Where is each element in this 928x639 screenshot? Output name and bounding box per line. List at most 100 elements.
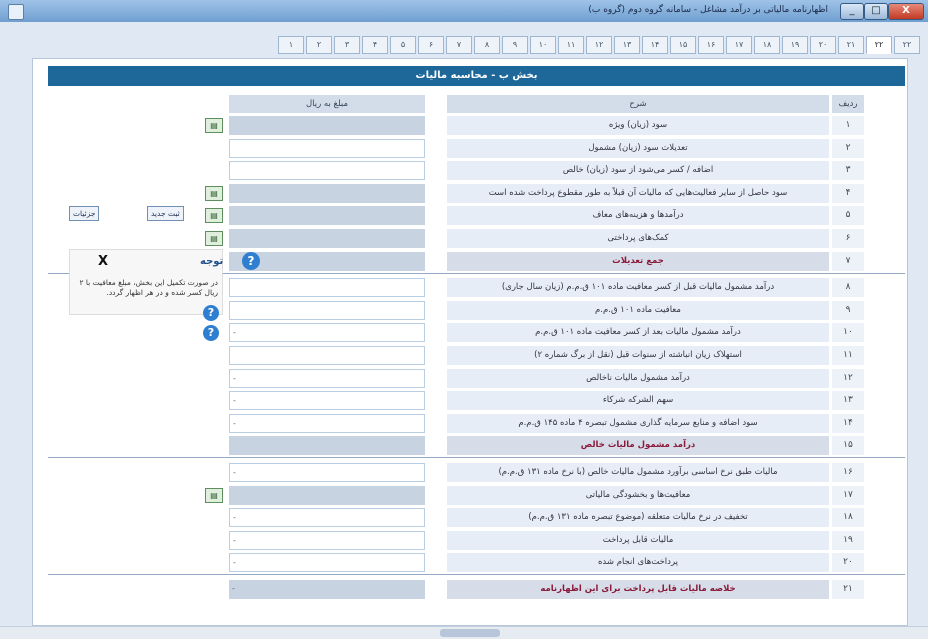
amount-input[interactable]: [229, 278, 425, 298]
tab-page[interactable]: ۸: [474, 36, 500, 54]
dash-mark: -: [233, 328, 236, 338]
row-number: ۱۴: [832, 413, 864, 433]
row-description: استهلاک زیان انباشته از سنوات قبل (نقل ا…: [447, 346, 829, 365]
form-panel: بخش ب - محاسبه مالیات ردیف شرح مبلغ به ر…: [32, 58, 908, 626]
note-close-icon[interactable]: X: [98, 254, 108, 269]
app-icon: [8, 4, 24, 20]
amount-readonly: [229, 485, 425, 505]
amount-input[interactable]: [229, 346, 425, 365]
add-entry-button[interactable]: ثبت جدید: [147, 206, 184, 221]
table-row: ۲۱ خلاصه مالیات قابل پرداخت برای این اظها…: [33, 579, 907, 600]
tab-page[interactable]: ۱۸: [754, 36, 780, 54]
tab-page[interactable]: ۱۳: [614, 36, 640, 54]
amount-readonly: -: [229, 580, 425, 599]
tab-page[interactable]: ۱۴: [642, 36, 668, 54]
table-row: ۱۱ استهلاک زیان انباشته از سنوات قبل (نقل…: [33, 345, 907, 366]
table-row: ۱۹ مالیات قابل پرداخت -: [33, 530, 907, 551]
row-number: ۱۹: [832, 530, 864, 550]
amount-input[interactable]: -: [229, 553, 425, 573]
table-row: ۱۵ درآمد مشمول مالیات خالص: [33, 435, 907, 456]
column-header-description: شرح: [447, 95, 829, 113]
tab-page[interactable]: ۱۶: [698, 36, 724, 54]
row-description: کمک‌های پرداختی: [447, 229, 829, 248]
tab-page[interactable]: ۲۲: [894, 36, 920, 54]
row-description: تخفیف در نرخ مالیات متعلقه (موضوع تبصره …: [447, 508, 829, 528]
row-number: ۱۱: [832, 346, 864, 365]
tab-page[interactable]: ۱۵: [670, 36, 696, 54]
amount-input[interactable]: -: [229, 413, 425, 433]
row-number: ۸: [832, 278, 864, 298]
dash-mark: -: [233, 396, 236, 406]
tab-page[interactable]: ۲۱: [838, 36, 864, 54]
tab-page[interactable]: ۷: [446, 36, 472, 54]
scrollbar-thumb[interactable]: [440, 629, 500, 637]
calculator-icon[interactable]: ▤: [205, 487, 223, 503]
table-row: ۱۸ تخفیف در نرخ مالیات متعلقه (موضوع تبصر…: [33, 507, 907, 528]
help-icon[interactable]: ?: [203, 305, 219, 321]
row-number: ۴: [832, 183, 864, 203]
amount-input[interactable]: [229, 138, 425, 158]
note-title: توجه: [200, 256, 224, 267]
row-number: ۱۸: [832, 508, 864, 528]
tab-page[interactable]: ۳: [334, 36, 360, 54]
horizontal-scrollbar[interactable]: [0, 626, 928, 639]
minimize-button[interactable]: _: [840, 3, 864, 20]
tab-page[interactable]: ۲۲: [866, 36, 892, 54]
tab-page[interactable]: ۵: [390, 36, 416, 54]
row-description: خلاصه مالیات قابل پرداخت برای این اظهارن…: [447, 580, 829, 599]
amount-input[interactable]: -: [229, 391, 425, 411]
amount-input[interactable]: -: [229, 368, 425, 388]
row-number: ۲۰: [832, 553, 864, 573]
detail-button[interactable]: جزئیات: [69, 206, 100, 221]
tab-page[interactable]: ۹: [502, 36, 528, 54]
dash-mark: -: [233, 558, 236, 568]
help-icon[interactable]: ?: [203, 325, 219, 341]
table-row: ۱۰ درآمد مشمول مالیات بعد از کسر معافیت م…: [33, 322, 907, 343]
amount-input[interactable]: -: [229, 508, 425, 528]
row-number: ۷: [832, 251, 864, 271]
window-title: اظهارنامه مالیاتی بر درآمد مشاغل - سامان…: [588, 5, 828, 15]
close-window-button[interactable]: X: [888, 3, 924, 20]
tab-page[interactable]: ۱۹: [782, 36, 808, 54]
note-box: X توجه ? در صورت تکمیل این بخش، مبلغ معا…: [69, 249, 260, 315]
dash-mark: -: [233, 418, 236, 428]
table-row: ۱۲ درآمد مشمول مالیات ناخالص -: [33, 368, 907, 389]
tab-page[interactable]: ۲۰: [810, 36, 836, 54]
row-number: ۱۷: [832, 485, 864, 505]
row-description: درآمد مشمول مالیات خالص: [447, 436, 829, 456]
table-row: ۱۳ سهم الشرکه شرکاء -: [33, 390, 907, 411]
row-description: درآمد مشمول مالیات ناخالص: [447, 368, 829, 388]
tab-page[interactable]: ۲: [306, 36, 332, 54]
column-header-row: ردیف: [832, 95, 864, 113]
calculator-icon[interactable]: ▤: [205, 208, 223, 224]
tab-page[interactable]: ۱: [278, 36, 304, 54]
calculator-icon[interactable]: ▤: [205, 231, 223, 246]
tab-page[interactable]: ۱۲: [586, 36, 612, 54]
amount-readonly: [229, 229, 425, 248]
column-header-amount: مبلغ به ریال: [229, 95, 425, 113]
table-row: ۱۶ مالیات طبق نرخ اساسی برآورد مشمول مالی…: [33, 462, 907, 483]
calculator-icon[interactable]: ▤: [205, 185, 223, 201]
calculator-icon[interactable]: ▤: [205, 118, 223, 133]
tab-page[interactable]: ۶: [418, 36, 444, 54]
amount-input[interactable]: -: [229, 323, 425, 343]
row-description: اضافه / کسر می‌شود از سود (زیان) خالص: [447, 161, 829, 181]
amount-input[interactable]: [229, 161, 425, 181]
row-number: ۱۲: [832, 368, 864, 388]
tab-page[interactable]: ۱۷: [726, 36, 752, 54]
row-description: سهم الشرکه شرکاء: [447, 391, 829, 411]
maximize-button[interactable]: □: [864, 3, 888, 20]
amount-input[interactable]: -: [229, 463, 425, 482]
amount-input[interactable]: -: [229, 530, 425, 550]
row-description: مالیات قابل پرداخت: [447, 530, 829, 550]
row-description: سود حاصل از سایر فعالیت‌هایی که مالیات آ…: [447, 183, 829, 203]
table-row: ۳ اضافه / کسر می‌شود از سود (زیان) خالص: [33, 160, 907, 181]
tab-page[interactable]: ۱۱: [558, 36, 584, 54]
tab-page[interactable]: ۴: [362, 36, 388, 54]
row-number: ۳: [832, 161, 864, 181]
amount-input[interactable]: [229, 300, 425, 320]
row-number: ۲: [832, 138, 864, 158]
table-row: ۱۷ معافیت‌ها و بخشودگی مالیاتی ▤: [33, 485, 907, 506]
tab-page[interactable]: ۱۰: [530, 36, 556, 54]
row-description: سود اضافه و منابع سرمایه گذاری مشمول تبص…: [447, 413, 829, 433]
